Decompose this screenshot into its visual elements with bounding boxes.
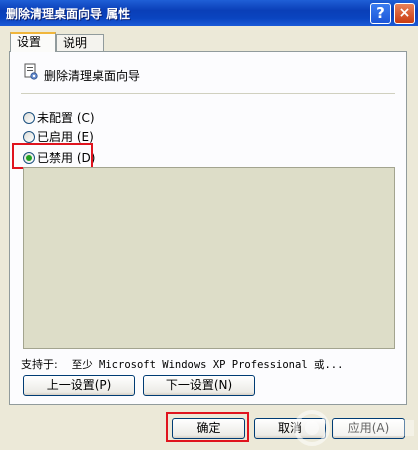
- highlight-disabled-option: [12, 143, 93, 169]
- supported-value: 至少 Microsoft Windows XP Professional 或..…: [71, 359, 344, 371]
- help-icon[interactable]: ?: [370, 3, 391, 24]
- radio-label: 未配置 (C): [37, 111, 95, 125]
- radio-circle[interactable]: [23, 131, 35, 143]
- radio-enabled[interactable]: 已启用 (E): [23, 128, 94, 144]
- divider: [21, 93, 395, 94]
- prev-setting-button[interactable]: 上一设置(P): [23, 375, 135, 396]
- close-icon[interactable]: ×: [394, 3, 415, 24]
- radio-circle[interactable]: [23, 112, 35, 124]
- supported-on: 支持于: 至少 Microsoft Windows XP Professional…: [21, 356, 343, 372]
- tab-explain[interactable]: 说明: [56, 34, 104, 51]
- supported-label: 支持于:: [21, 358, 58, 371]
- highlight-ok-button: [166, 412, 249, 442]
- next-setting-button[interactable]: 下一设置(N): [143, 375, 255, 396]
- explain-box: [23, 167, 395, 349]
- policy-icon: [24, 63, 38, 80]
- policy-name: 删除清理桌面向导: [44, 69, 141, 83]
- watermark-logo: [294, 410, 414, 446]
- radio-not-configured[interactable]: 未配置 (C): [23, 109, 95, 125]
- tab-settings[interactable]: 设置: [10, 32, 56, 52]
- title-bar: 删除清理桌面向导 属性 ? ×: [0, 0, 418, 26]
- window-title: 删除清理桌面向导 属性: [6, 7, 131, 21]
